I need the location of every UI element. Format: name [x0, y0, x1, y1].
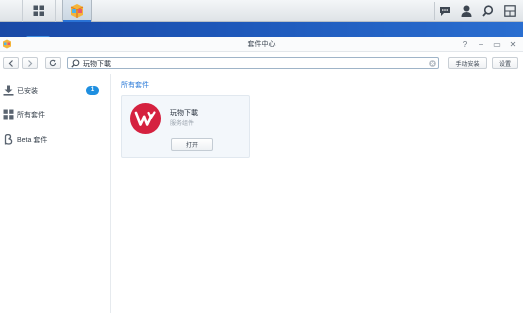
- package-center-icon: [70, 4, 84, 18]
- minimize-button[interactable]: −: [475, 38, 487, 50]
- back-button[interactable]: [3, 57, 19, 69]
- open-button[interactable]: 打开: [171, 138, 213, 151]
- main-menu-button[interactable]: [22, 0, 56, 22]
- notifications-button[interactable]: [434, 0, 456, 22]
- widgets-button[interactable]: [499, 0, 521, 22]
- sidebar-item-label: 已安装: [17, 88, 38, 95]
- search-input[interactable]: 玩物下載: [67, 57, 439, 69]
- taskbar-package-center-button[interactable]: [62, 0, 92, 22]
- taskbar: [0, 0, 523, 22]
- sidebar: 已安装 1 所有套件 Beta 套件: [0, 74, 111, 313]
- help-button[interactable]: ?: [459, 38, 471, 50]
- sidebar-item-all-packages[interactable]: 所有套件: [0, 106, 111, 124]
- main-content: 所有套件 玩物下載 服务组件 打开: [112, 74, 523, 313]
- user-button[interactable]: [455, 0, 477, 22]
- search-button[interactable]: [477, 0, 499, 22]
- window-title: 套件中心: [247, 41, 276, 48]
- search-input-value: 玩物下載: [83, 61, 111, 68]
- download-icon: [3, 85, 14, 96]
- section-title: 所有套件: [121, 82, 149, 89]
- chevron-left-icon: [8, 59, 13, 67]
- search-icon: [482, 5, 494, 17]
- refresh-button[interactable]: [45, 57, 61, 69]
- sidebar-item-beta[interactable]: Beta 套件: [0, 131, 111, 149]
- wondershare-logo: [130, 103, 161, 134]
- grid-icon: [3, 109, 14, 120]
- installed-count-badge: 1: [86, 86, 99, 95]
- window-titlebar[interactable]: 套件中心 ? − ▭ ✕: [0, 37, 523, 52]
- forward-button[interactable]: [22, 57, 38, 69]
- settings-button[interactable]: 设置: [492, 57, 518, 69]
- beta-icon: [4, 134, 13, 145]
- sidebar-item-label: Beta 套件: [17, 137, 48, 144]
- sidebar-item-label: 所有套件: [17, 112, 45, 119]
- chat-bubble-icon: [440, 6, 450, 16]
- chevron-right-icon: [28, 59, 33, 67]
- package-name: 玩物下載: [170, 110, 198, 117]
- search-icon: [71, 59, 80, 68]
- toolbar: 玩物下載 手动安装 设置: [0, 53, 523, 72]
- package-subtitle: 服务组件: [170, 121, 195, 127]
- manual-install-button[interactable]: 手动安装: [448, 57, 487, 69]
- package-card[interactable]: 玩物下載 服务组件 打开: [121, 95, 250, 158]
- main-menu-icon: [33, 5, 44, 16]
- sidebar-item-installed[interactable]: 已安装 1: [0, 82, 111, 100]
- user-icon: [461, 5, 471, 17]
- widgets-icon: [504, 5, 516, 17]
- maximize-button[interactable]: ▭: [491, 38, 503, 50]
- package-center-window: 套件中心 ? − ▭ ✕ 玩物下載 手动安装 设置 已安装 1 所有套件 Bet…: [0, 37, 523, 313]
- close-button[interactable]: ✕: [507, 38, 519, 50]
- refresh-icon: [49, 59, 57, 67]
- clear-search-icon[interactable]: [429, 60, 436, 67]
